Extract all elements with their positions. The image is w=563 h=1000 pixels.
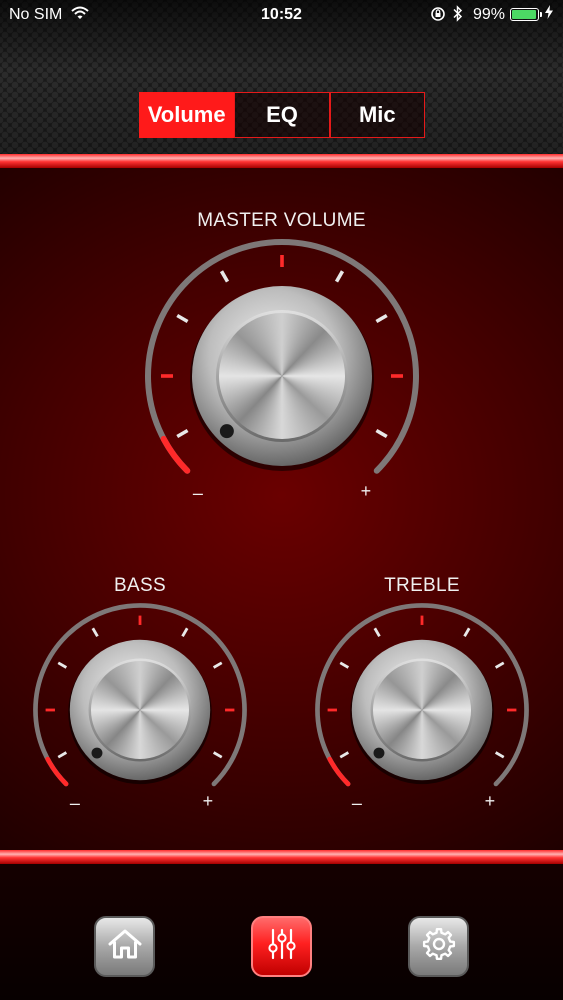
treble-max-label: + [484,791,496,811]
bass-min-label: – [69,793,81,813]
bass-knob[interactable] [30,600,250,820]
master-volume-dial[interactable] [141,235,423,517]
treble-min-label: – [351,793,363,813]
treble-dial[interactable] [312,600,532,820]
master-tick [375,428,388,439]
bottom-divider-bar [0,850,563,864]
treble-knob[interactable] [312,600,532,820]
settings-button[interactable] [408,916,469,977]
sliders-icon [265,927,299,966]
master-tick [334,270,345,283]
bass-dial-level-segment [45,756,69,787]
bass-max-label: + [202,791,214,811]
master-tick [176,313,189,324]
charging-icon [545,5,553,22]
bass-knob-face [90,660,190,760]
bass-tick [181,627,189,638]
treble-tick [463,627,471,638]
treble-tick [339,661,350,669]
home-button[interactable] [94,916,155,977]
master-max-label: + [360,481,372,501]
mixer-button[interactable] [251,916,312,977]
mode-tabs: Volume EQ Mic [139,92,425,138]
home-icon [107,927,143,966]
tab-mic[interactable]: Mic [329,92,425,138]
master-min-label: – [192,483,204,503]
treble-tick [494,751,505,759]
bass-tick [91,627,99,638]
treble-dial-level-segment [327,756,351,787]
app-screen: No SIM 10:52 99% Volume EQ Mic MASTER VO… [0,0,563,1000]
rotation-lock-icon [430,6,446,27]
master-tick [219,270,230,283]
status-bar: No SIM 10:52 99% [0,0,563,30]
bass-indicator-dot [91,747,103,759]
treble-knob-face [372,660,472,760]
bass-tick [212,751,223,759]
gear-icon [421,926,457,967]
top-divider-bar [0,154,563,168]
master-dial-level-segment [160,435,191,474]
battery-percent: 99% [473,6,506,23]
bass-tick [212,661,223,669]
tab-eq[interactable]: EQ [234,92,330,138]
treble-indicator-dot [373,747,385,759]
treble-label: TREBLE [384,575,460,596]
master-tick [176,428,189,439]
bass-label: BASS [114,575,166,596]
bass-dial[interactable] [30,600,250,820]
master-tick [375,313,388,324]
tab-volume[interactable]: Volume [139,92,235,138]
battery-icon [510,8,542,21]
treble-tick [494,661,505,669]
bass-tick [57,661,68,669]
treble-tick [373,627,381,638]
bluetooth-icon [453,5,463,27]
bass-tick [57,751,68,759]
treble-tick [339,751,350,759]
master-volume-knob[interactable] [141,235,423,517]
master-indicator-dot [219,424,234,439]
master-knob-face [219,313,345,439]
master-volume-label: MASTER VOLUME [197,210,366,231]
